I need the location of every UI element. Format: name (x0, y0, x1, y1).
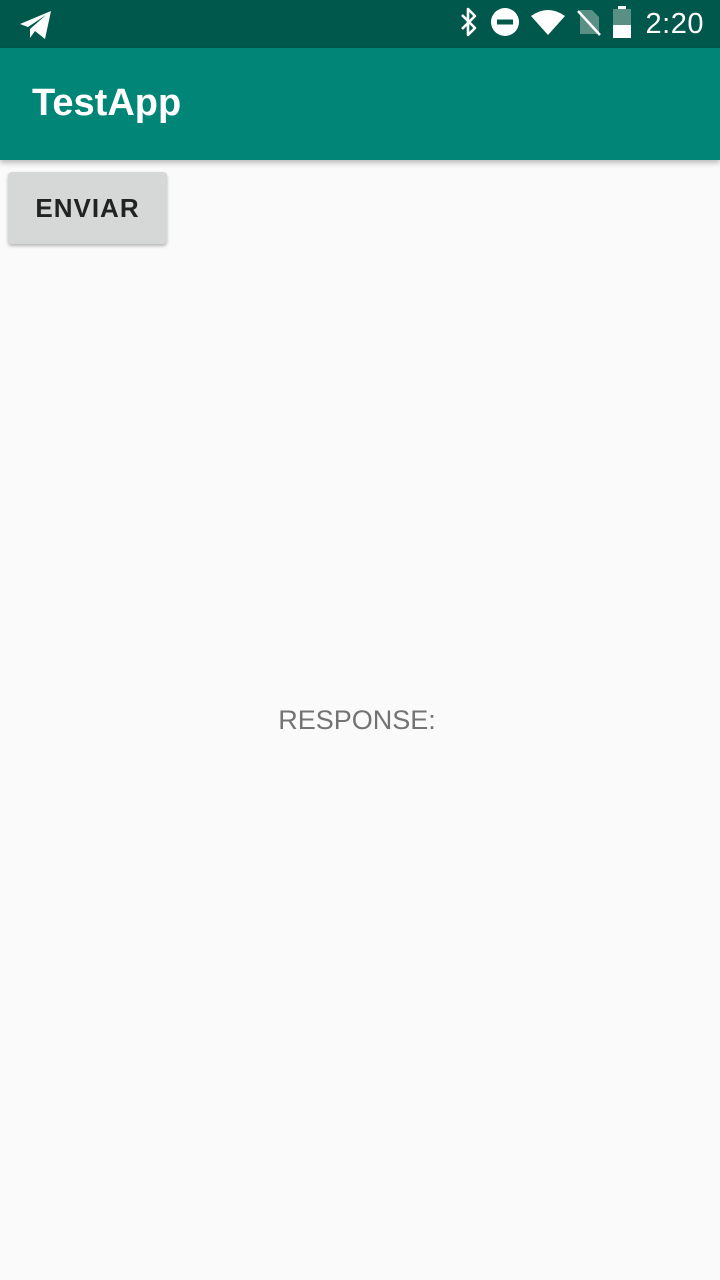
send-button[interactable]: ENVIAR (8, 172, 167, 244)
no-sim-icon (576, 7, 602, 42)
wifi-icon (530, 8, 566, 41)
status-bar: 2:20 (0, 0, 720, 48)
do-not-disturb-icon (490, 7, 520, 42)
response-label: RESPONSE: (278, 705, 436, 735)
app-bar: TestApp (0, 48, 720, 160)
app-title: TestApp (32, 82, 182, 124)
bluetooth-icon (458, 7, 480, 42)
battery-icon (612, 5, 632, 43)
status-icons: 2:20 (458, 0, 704, 48)
telegram-icon (18, 9, 54, 41)
status-time: 2:20 (645, 7, 704, 40)
